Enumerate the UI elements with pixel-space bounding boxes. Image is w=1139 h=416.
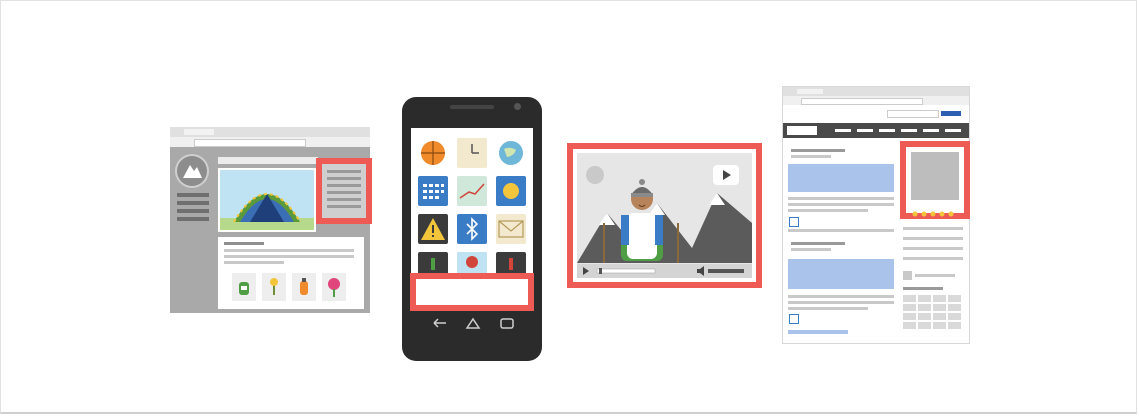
rating-stars: [911, 204, 959, 217]
mail-icon: [496, 214, 526, 244]
browser-address-bar: [194, 139, 306, 147]
sun-icon: [496, 176, 526, 206]
rose-icon: [322, 273, 346, 301]
clock-icon: [457, 138, 487, 168]
video-ad-highlight: [567, 143, 762, 288]
phone-speaker: [450, 105, 494, 109]
article-image: [788, 164, 894, 192]
bottle-icon: [292, 273, 316, 301]
page-search-input: [887, 110, 939, 118]
recents-icon[interactable]: [498, 317, 516, 331]
back-icon[interactable]: [430, 317, 448, 331]
hero-image: [218, 168, 316, 232]
lamp-icon: [262, 273, 286, 301]
mobile-banner-ad-highlight: [410, 273, 534, 311]
basketball-icon: [418, 138, 448, 168]
chart-icon: [457, 176, 487, 206]
nav-line: [177, 201, 209, 205]
browser-tab: [184, 129, 214, 135]
thumb-icon: [789, 314, 799, 324]
video-player: [577, 153, 752, 278]
nav-line: [177, 209, 209, 213]
mobile-phone: [402, 97, 542, 361]
nav-line: [177, 217, 209, 221]
content-card: [218, 237, 364, 309]
thumb-icon: [789, 217, 799, 227]
ad-image: [911, 152, 959, 200]
play-icon[interactable]: [713, 165, 739, 185]
globe-icon: [496, 138, 526, 168]
bluetooth-icon: [457, 214, 487, 244]
mountain-logo-icon: [175, 154, 209, 188]
page-navbar: [783, 123, 969, 138]
web-sidebar-ad-highlight: [900, 141, 970, 219]
page-search-field: [218, 157, 318, 164]
page-search-button: [941, 111, 961, 116]
tent-icon: [220, 193, 314, 230]
warning-icon: [418, 214, 448, 244]
nav-line: [177, 193, 209, 197]
sidebar-table: [903, 295, 961, 329]
home-icon[interactable]: [464, 317, 482, 331]
phone-camera: [514, 103, 521, 110]
calendar-icon: [418, 176, 448, 206]
desktop-sidebar-ad-highlight: [316, 158, 372, 224]
backpack-icon: [232, 273, 256, 301]
article-image: [788, 259, 894, 289]
